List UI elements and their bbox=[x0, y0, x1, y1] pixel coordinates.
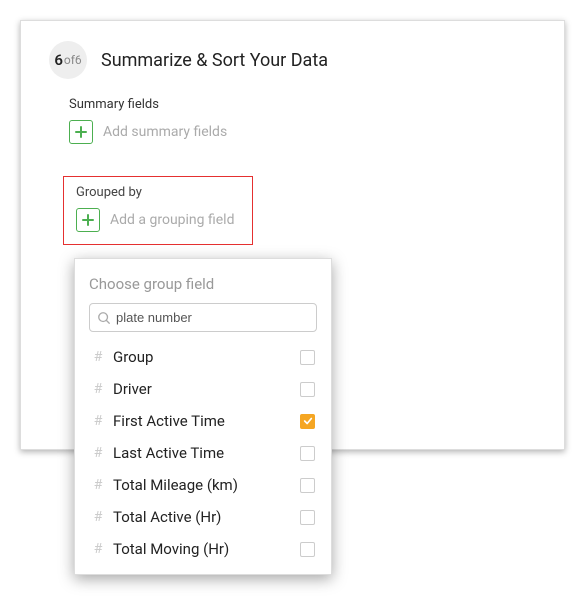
step-title: Summarize & Sort Your Data bbox=[101, 50, 328, 71]
hash-icon: # bbox=[91, 445, 105, 461]
step-total: 6 bbox=[75, 53, 82, 67]
field-checkbox[interactable] bbox=[300, 510, 315, 525]
field-checkbox[interactable] bbox=[300, 414, 315, 429]
field-label: Total Mileage (km) bbox=[113, 476, 292, 494]
hash-icon: # bbox=[91, 541, 105, 557]
add-summary-button[interactable] bbox=[69, 120, 93, 144]
field-row[interactable]: # Total Moving (Hr) bbox=[89, 534, 317, 564]
popover-title: Choose group field bbox=[89, 275, 317, 293]
search-icon bbox=[97, 311, 111, 325]
search-input[interactable] bbox=[89, 303, 317, 332]
field-checkbox[interactable] bbox=[300, 382, 315, 397]
add-summary-row[interactable]: Add summary fields bbox=[69, 118, 536, 146]
add-summary-placeholder: Add summary fields bbox=[103, 124, 227, 140]
plus-icon bbox=[82, 214, 94, 226]
field-label: Driver bbox=[113, 380, 292, 398]
hash-icon: # bbox=[91, 509, 105, 525]
field-row[interactable]: # Total Mileage (km) bbox=[89, 470, 317, 500]
field-label: First Active Time bbox=[113, 412, 292, 430]
field-list: # Group # Driver # First Active Time # Last Act… bbox=[89, 342, 317, 564]
field-row[interactable]: # First Active Time bbox=[89, 406, 317, 436]
search-wrap bbox=[89, 303, 317, 332]
summary-fields-label: Summary fields bbox=[69, 97, 536, 112]
group-field-popover: Choose group field # Group # Driver # First A… bbox=[74, 258, 332, 575]
field-label: Total Active (Hr) bbox=[113, 508, 292, 526]
step-header: 6 of 6 Summarize & Sort Your Data bbox=[49, 41, 536, 79]
grouped-by-label: Grouped by bbox=[76, 185, 246, 200]
field-row[interactable]: # Driver bbox=[89, 374, 317, 404]
field-checkbox[interactable] bbox=[300, 478, 315, 493]
field-label: Last Active Time bbox=[113, 444, 292, 462]
field-row[interactable]: # Last Active Time bbox=[89, 438, 317, 468]
field-checkbox[interactable] bbox=[300, 542, 315, 557]
add-grouping-row[interactable]: Add a grouping field bbox=[76, 206, 246, 234]
check-icon bbox=[303, 416, 313, 426]
hash-icon: # bbox=[91, 349, 105, 365]
hash-icon: # bbox=[91, 413, 105, 429]
field-row[interactable]: # Group bbox=[89, 342, 317, 372]
add-grouping-placeholder: Add a grouping field bbox=[110, 212, 234, 228]
field-label: Total Moving (Hr) bbox=[113, 540, 292, 558]
field-row[interactable]: # Total Active (Hr) bbox=[89, 502, 317, 532]
step-sep: of bbox=[64, 53, 75, 67]
field-checkbox[interactable] bbox=[300, 446, 315, 461]
grouped-by-block: Grouped by Add a grouping field bbox=[63, 176, 253, 245]
field-checkbox[interactable] bbox=[300, 350, 315, 365]
step-current: 6 bbox=[54, 51, 63, 69]
field-label: Group bbox=[113, 348, 292, 366]
hash-icon: # bbox=[91, 381, 105, 397]
plus-icon bbox=[75, 126, 87, 138]
add-grouping-button[interactable] bbox=[76, 208, 100, 232]
step-badge: 6 of 6 bbox=[49, 41, 87, 79]
hash-icon: # bbox=[91, 477, 105, 493]
